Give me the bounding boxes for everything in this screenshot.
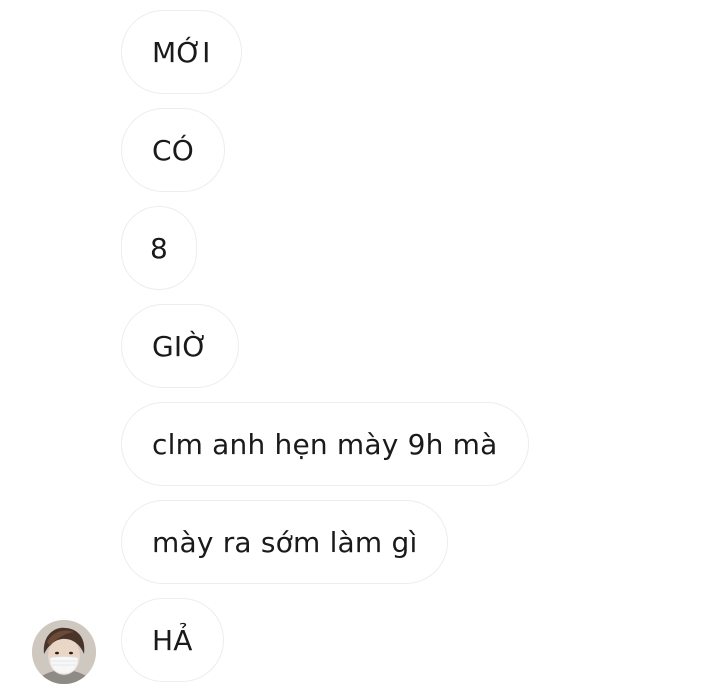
message-bubble[interactable]: 8 (121, 206, 198, 290)
message-thread: MỚI CÓ 8 GIỜ clm anh hẹn mày 9h mà mày r… (0, 0, 720, 692)
message-bubble[interactable]: MỚI (121, 10, 242, 94)
message-bubble[interactable]: clm anh hẹn mày 9h mà (121, 402, 529, 486)
message-text: HẢ (152, 623, 193, 657)
message-text: CÓ (152, 133, 194, 167)
message-text: mày ra sớm làm gì (152, 525, 418, 559)
message-bubble[interactable]: mày ra sớm làm gì (121, 500, 449, 584)
message-bubble[interactable]: GIỜ (121, 304, 240, 388)
sender-avatar[interactable] (32, 620, 96, 684)
message-text: clm anh hẹn mày 9h mà (152, 427, 498, 461)
avatar-image (32, 620, 96, 684)
message-text: MỚI (152, 35, 211, 69)
message-bubble[interactable]: CÓ (121, 108, 225, 192)
message-text: GIỜ (152, 329, 209, 363)
message-text: 8 (150, 231, 169, 265)
message-bubble[interactable]: HẢ (121, 598, 224, 682)
